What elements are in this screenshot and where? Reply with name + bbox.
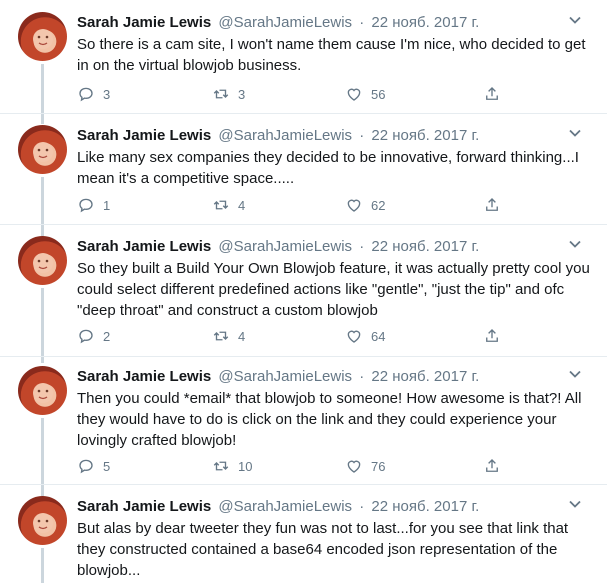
like-count: 62 [371,197,386,213]
tweet-text: Then you could *email* that blowjob to s… [77,390,582,449]
thread-line [41,548,44,583]
retweet-button[interactable]: 4 [212,326,245,346]
author-handle[interactable]: @SarahJamieLewis [218,238,352,255]
tweet-header: Sarah Jamie Lewis @SarahJamieLewis · 22 … [77,496,479,518]
retweet-button[interactable]: 10 [212,456,252,476]
like-button[interactable]: 62 [345,195,385,215]
heart-icon [347,460,361,473]
heart-icon [347,88,361,101]
tweet-text: Like many sex companies they decided to … [77,149,579,187]
thread-line [41,177,44,237]
reply-icon [79,459,93,474]
separator-dot: · [359,14,365,31]
tweet-divider [0,356,607,357]
retweet-count: 4 [238,328,246,344]
share-button[interactable] [483,195,501,215]
chevron-down-icon[interactable] [567,125,583,141]
tweet-text: But alas by dear tweeter they fun was no… [77,520,569,579]
chevron-down-icon[interactable] [567,12,583,28]
tweet-actions: 1 4 62 [77,195,517,215]
tweet-divider [0,224,607,225]
tweet-header: Sarah Jamie Lewis @SarahJamieLewis · 22 … [77,236,479,258]
retweet-icon [213,89,229,99]
thread-line [41,288,44,363]
reply-icon [79,329,93,344]
tweet-date[interactable]: 22 нояб. 2017 г. [371,14,479,31]
tweet-divider [0,113,607,114]
tweet-date[interactable]: 22 нояб. 2017 г. [371,238,479,255]
chevron-down-icon[interactable] [567,366,583,382]
tweet-date[interactable]: 22 нояб. 2017 г. [371,498,479,515]
share-button[interactable] [483,326,501,346]
retweet-count: 4 [238,197,246,213]
avatar[interactable] [18,125,67,174]
retweet-icon [213,331,229,341]
heart-icon [347,199,361,212]
separator-dot: · [359,368,365,385]
tweet-actions: 2 4 64 [77,326,517,346]
separator-dot: · [359,238,365,255]
tweet-header: Sarah Jamie Lewis @SarahJamieLewis · 22 … [77,12,479,34]
reply-button[interactable]: 1 [77,195,110,215]
tweet-divider [0,484,607,485]
share-icon [486,459,498,472]
reply-icon [79,198,93,213]
tweet-header: Sarah Jamie Lewis @SarahJamieLewis · 22 … [77,125,479,147]
share-button[interactable] [483,84,501,104]
reply-count: 1 [103,197,111,213]
author-handle[interactable]: @SarahJamieLewis [218,368,352,385]
chevron-down-icon[interactable] [567,496,583,512]
thread-line [41,64,44,124]
reply-button[interactable]: 2 [77,326,110,346]
like-button[interactable]: 64 [345,326,385,346]
reply-count: 3 [103,86,111,102]
tweet-actions: 3 3 56 [77,84,517,104]
like-count: 64 [371,328,386,344]
author-handle[interactable]: @SarahJamieLewis [218,127,352,144]
author-name[interactable]: Sarah Jamie Lewis [77,127,211,144]
retweet-count: 10 [238,458,253,474]
share-button[interactable] [483,456,501,476]
share-icon [486,198,498,211]
separator-dot: · [359,127,365,144]
share-icon [486,329,498,342]
tweet-text: So they built a Build Your Own Blowjob f… [77,260,590,319]
reply-count: 5 [103,458,111,474]
share-icon [486,87,498,100]
reply-button[interactable]: 5 [77,456,110,476]
like-count: 76 [371,458,386,474]
separator-dot: · [359,498,365,515]
retweet-count: 3 [238,86,246,102]
heart-icon [347,330,361,343]
reply-count: 2 [103,328,111,344]
chevron-down-icon[interactable] [567,236,583,252]
like-count: 56 [371,86,386,102]
retweet-button[interactable]: 3 [212,84,245,104]
tweet-header: Sarah Jamie Lewis @SarahJamieLewis · 22 … [77,366,479,388]
avatar[interactable] [18,366,67,415]
author-name[interactable]: Sarah Jamie Lewis [77,14,211,31]
tweet-text: So there is a cam site, I won't name the… [77,36,586,74]
avatar[interactable] [18,236,67,285]
author-name[interactable]: Sarah Jamie Lewis [77,498,211,515]
like-button[interactable]: 56 [345,84,385,104]
retweet-icon [213,461,229,471]
avatar[interactable] [18,12,67,61]
reply-button[interactable]: 3 [77,84,110,104]
tweet-date[interactable]: 22 нояб. 2017 г. [371,127,479,144]
tweet-actions: 5 10 76 [77,456,517,476]
author-name[interactable]: Sarah Jamie Lewis [77,368,211,385]
tweet-thread: Sarah Jamie Lewis @SarahJamieLewis · 22 … [0,0,607,583]
like-button[interactable]: 76 [345,456,385,476]
author-handle[interactable]: @SarahJamieLewis [218,498,352,515]
author-name[interactable]: Sarah Jamie Lewis [77,238,211,255]
avatar[interactable] [18,496,67,545]
retweet-icon [213,200,229,210]
author-handle[interactable]: @SarahJamieLewis [218,14,352,31]
reply-icon [79,87,93,102]
tweet-date[interactable]: 22 нояб. 2017 г. [371,368,479,385]
retweet-button[interactable]: 4 [212,195,245,215]
